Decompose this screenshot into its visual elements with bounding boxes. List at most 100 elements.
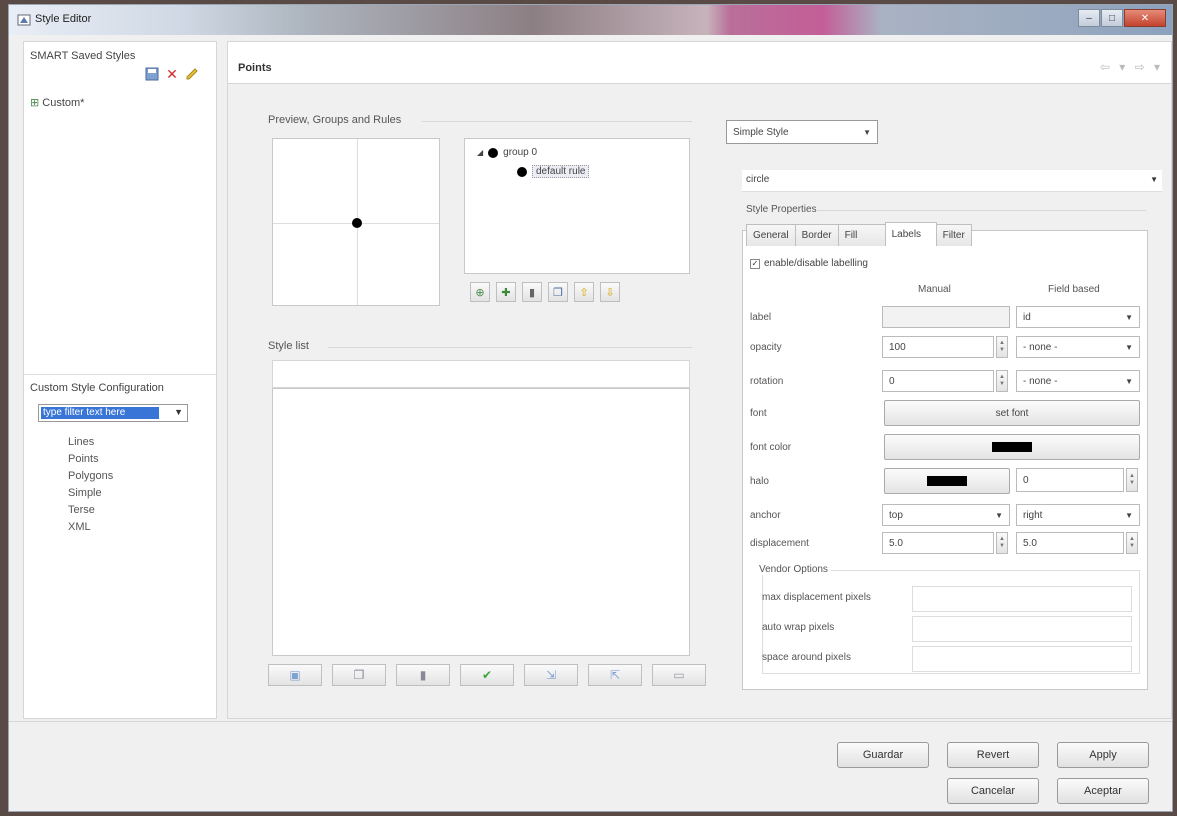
save-style-button[interactable]: ▣ <box>268 664 322 686</box>
rotation-field-select[interactable]: - none - ▼ <box>1016 370 1140 392</box>
displacement-y-input[interactable]: 5.0 <box>1016 532 1124 554</box>
save-icon: ▣ <box>289 668 301 682</box>
space-around-label: space around pixels <box>762 652 851 663</box>
label-field-select[interactable]: id ▼ <box>1016 306 1140 328</box>
opacity-spinner[interactable]: ▲ ▼ <box>996 336 1008 358</box>
point-symbol <box>352 218 362 228</box>
move-up-button[interactable]: ⇧ <box>574 282 594 302</box>
title-bar: Style Editor – □ ✕ <box>9 5 1172 35</box>
close-button[interactable]: ✕ <box>1124 9 1166 27</box>
point-preview <box>272 138 440 306</box>
style-settings-button[interactable]: ▭ <box>652 664 706 686</box>
shape-value: circle <box>746 174 770 185</box>
displacement-y-spinner[interactable]: ▲ ▼ <box>1126 532 1138 554</box>
add-group-button[interactable]: ⊕ <box>470 282 490 302</box>
add-group-icon: ⊕ <box>475 286 485 299</box>
import-style-button[interactable]: ⇲ <box>524 664 578 686</box>
space-around-input[interactable] <box>912 646 1132 672</box>
config-item-xml[interactable]: XML <box>68 519 113 536</box>
divider <box>422 121 692 122</box>
opacity-input[interactable]: 100 <box>882 336 994 358</box>
apply-button[interactable]: Apply <box>1057 742 1149 768</box>
shape-select[interactable]: circle ▼ <box>742 170 1162 192</box>
opacity-field-select[interactable]: - none - ▼ <box>1016 336 1140 358</box>
rotation-field-value: - none - <box>1023 375 1058 387</box>
properties-tabs: General Border Fill Labels Filter <box>746 222 972 246</box>
style-list[interactable] <box>272 388 690 656</box>
halo-spinner[interactable]: ▲ ▼ <box>1126 468 1138 492</box>
copy-style-button[interactable]: ❐ <box>332 664 386 686</box>
tab-fill[interactable]: Fill <box>837 224 886 246</box>
group-label: group 0 <box>503 147 538 158</box>
set-font-button[interactable]: set font <box>884 400 1140 426</box>
edit-icon[interactable] <box>184 66 200 82</box>
minimize-button[interactable]: – <box>1078 9 1100 27</box>
style-list-label: Style list <box>268 340 309 352</box>
tree-group-row[interactable]: ◢ group 0 <box>477 147 537 158</box>
save-icon[interactable] <box>144 66 160 82</box>
revert-button[interactable]: Revert <box>947 742 1039 768</box>
main-panel: Points ⇦ ▾ ⇨ ▾ Preview, Groups and Rules… <box>227 41 1172 719</box>
config-item-simple[interactable]: Simple <box>68 485 113 502</box>
tree-rule-row[interactable]: default rule <box>517 165 590 178</box>
tab-general[interactable]: General <box>746 224 796 246</box>
anchor-vertical-value: top <box>889 509 903 521</box>
anchor-label: anchor <box>750 510 781 521</box>
opacity-label: opacity <box>750 342 782 353</box>
tab-filter[interactable]: Filter <box>935 224 972 246</box>
delete-icon[interactable]: ✕ <box>164 66 180 82</box>
config-item-polygons[interactable]: Polygons <box>68 468 113 485</box>
group-symbol-icon <box>488 147 499 158</box>
import-icon: ⇲ <box>545 668 557 682</box>
guardar-button[interactable]: Guardar <box>837 742 929 768</box>
font-color-button[interactable] <box>884 434 1140 460</box>
config-item-terse[interactable]: Terse <box>68 502 113 519</box>
halo-radius-input[interactable]: 0 <box>1016 468 1124 492</box>
filter-combo[interactable]: type filter text here ▼ <box>38 404 188 422</box>
config-item-lines[interactable]: Lines <box>68 434 113 451</box>
rotation-input[interactable]: 0 <box>882 370 994 392</box>
app-icon <box>17 14 31 26</box>
halo-color-button[interactable] <box>884 468 1010 494</box>
export-style-button[interactable]: ⇱ <box>588 664 642 686</box>
add-rule-button[interactable]: ✚ <box>496 282 516 302</box>
apply-style-button[interactable]: ✔ <box>460 664 514 686</box>
style-mode-select[interactable]: Simple Style ▼ <box>726 120 878 144</box>
max-displacement-input[interactable] <box>912 586 1132 612</box>
divider <box>816 210 1146 211</box>
export-icon: ⇱ <box>609 668 621 682</box>
label-field-value: id <box>1023 311 1031 323</box>
displacement-x-input[interactable]: 5.0 <box>882 532 994 554</box>
settings-icon: ▭ <box>673 668 685 682</box>
config-item-points[interactable]: Points <box>68 451 113 468</box>
anchor-vertical-select[interactable]: top ▼ <box>882 504 1010 526</box>
max-displacement-label: max displacement pixels <box>762 592 871 603</box>
filter-text[interactable]: type filter text here <box>41 407 159 419</box>
rotation-spinner[interactable]: ▲ ▼ <box>996 370 1008 392</box>
duplicate-button[interactable]: ❐ <box>548 282 568 302</box>
col-field-header: Field based <box>1048 284 1100 295</box>
displacement-x-spinner[interactable]: ▲ ▼ <box>996 532 1008 554</box>
expand-icon[interactable]: ◢ <box>477 148 483 157</box>
rotation-label: rotation <box>750 376 784 387</box>
style-list-toolbar: ▣ ❐ ▮ ✔ ⇲ ⇱ ▭ <box>268 664 706 686</box>
auto-wrap-input[interactable] <box>912 616 1132 642</box>
nav-arrows-icon[interactable]: ⇦ ▾ ⇨ ▾ <box>1100 60 1163 74</box>
style-properties-label: Style Properties <box>746 204 817 215</box>
anchor-horizontal-select[interactable]: right ▼ <box>1016 504 1140 526</box>
style-list-filter[interactable] <box>272 360 690 388</box>
maximize-button[interactable]: □ <box>1101 9 1123 27</box>
cancel-button[interactable]: Cancelar <box>947 778 1039 804</box>
chevron-down-icon[interactable]: ▼ <box>174 407 183 417</box>
accept-button[interactable]: Aceptar <box>1057 778 1149 804</box>
move-down-button[interactable]: ⇩ <box>600 282 620 302</box>
remove-button[interactable]: ▮ <box>522 282 542 302</box>
delete-style-button[interactable]: ▮ <box>396 664 450 686</box>
window-controls: – □ ✕ <box>1077 9 1166 27</box>
tab-border[interactable]: Border <box>794 224 839 246</box>
arrow-up-icon: ⇧ <box>579 286 589 299</box>
tab-labels[interactable]: Labels <box>884 222 937 246</box>
enable-labelling-row: ✓ enable/disable labelling <box>750 258 868 269</box>
enable-labelling-checkbox[interactable]: ✓ <box>750 258 760 269</box>
saved-style-item[interactable]: ⊞ Custom* <box>30 96 84 109</box>
